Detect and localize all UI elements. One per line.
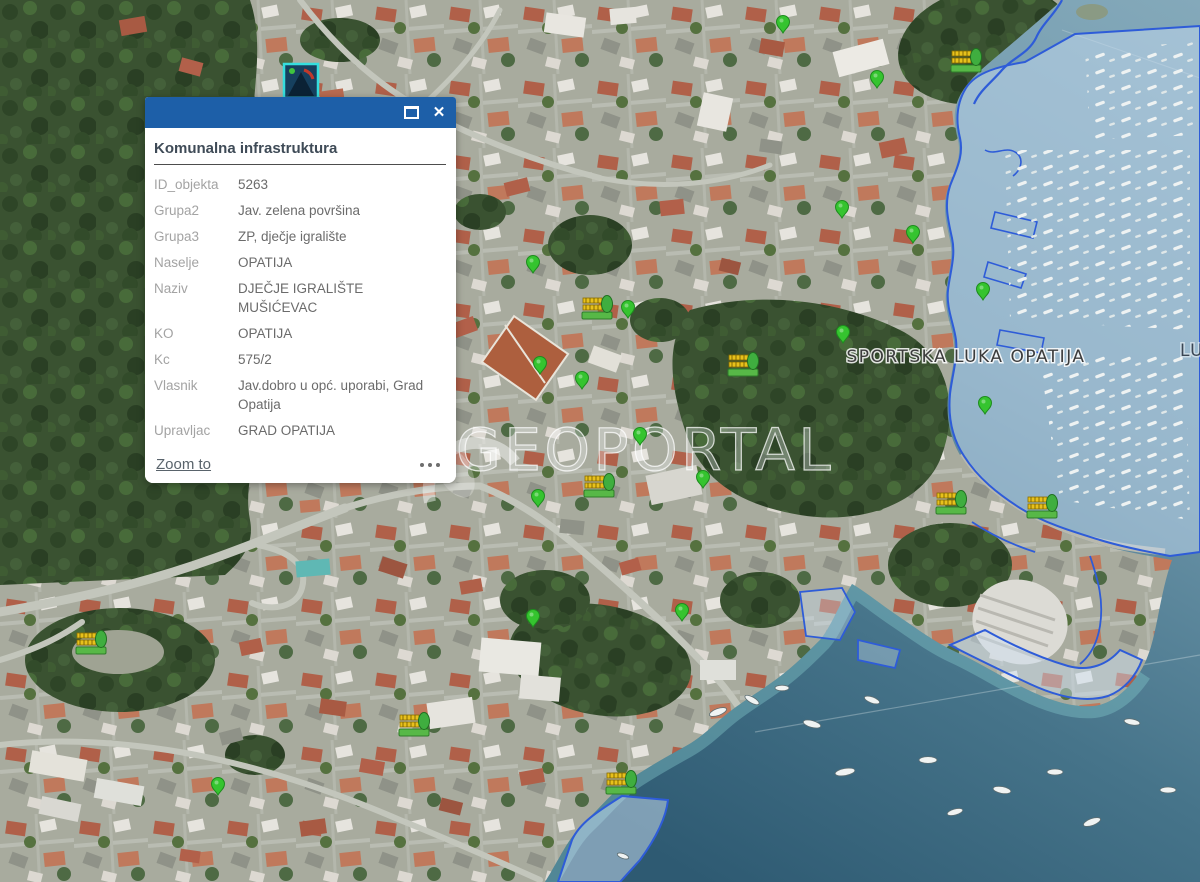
playground-marker-icon[interactable] xyxy=(582,296,613,320)
field-value: Jav. zelena površina xyxy=(238,201,446,220)
label-sportska-luka: SPORTSKA LUKA OPATIJA xyxy=(846,347,1085,367)
field-row: Grupa2 Jav. zelena površina xyxy=(154,201,446,220)
popup-title: Komunalna infrastruktura xyxy=(154,140,446,157)
attribute-table: ID_objekta 5263 Grupa2 Jav. zelena površ… xyxy=(154,175,446,440)
field-value: DJEČJE IGRALIŠTE MUŠIĆEVAC xyxy=(238,279,446,317)
close-icon[interactable]: ✕ xyxy=(430,104,448,122)
popup-titlebar[interactable]: ✕ xyxy=(145,97,456,128)
field-label: Naziv xyxy=(154,279,234,317)
field-label: Grupa3 xyxy=(154,227,234,246)
field-label: ID_objekta xyxy=(154,175,234,194)
field-row: ID_objekta 5263 xyxy=(154,175,446,194)
field-row: Naselje OPATIJA xyxy=(154,253,446,272)
field-label: Kc xyxy=(154,350,234,369)
playground-marker-icon[interactable] xyxy=(1027,495,1058,519)
field-row: Grupa3 ZP, dječje igralište xyxy=(154,227,446,246)
zoom-to-link[interactable]: Zoom to xyxy=(156,456,211,473)
field-row: Naziv DJEČJE IGRALIŠTE MUŠIĆEVAC xyxy=(154,279,446,317)
selected-marker-thumbnail[interactable] xyxy=(284,64,318,98)
field-value: OPATIJA xyxy=(238,324,446,343)
maximize-icon[interactable] xyxy=(402,104,420,122)
field-label: Vlasnik xyxy=(154,376,234,414)
field-row: Kc 575/2 xyxy=(154,350,446,369)
field-value: OPATIJA xyxy=(238,253,446,272)
playground-marker-icon[interactable] xyxy=(584,474,615,498)
feature-popup: ✕ Komunalna infrastruktura ID_objekta 52… xyxy=(145,97,456,483)
field-label: Upravljac xyxy=(154,421,234,440)
field-value: 575/2 xyxy=(238,350,446,369)
playground-marker-icon[interactable] xyxy=(606,771,637,795)
label-partial-lu: LU xyxy=(1180,341,1200,361)
field-value: 5263 xyxy=(238,175,446,194)
field-label: Grupa2 xyxy=(154,201,234,220)
playground-marker-icon[interactable] xyxy=(951,49,982,73)
field-label: Naselje xyxy=(154,253,234,272)
popup-body: Komunalna infrastruktura ID_objekta 5263… xyxy=(145,128,456,483)
field-value: GRAD OPATIJA xyxy=(238,421,446,440)
playground-marker-icon[interactable] xyxy=(936,491,967,515)
field-row: KO OPATIJA xyxy=(154,324,446,343)
svg-text:GEOPORTAL: GEOPORTAL xyxy=(456,416,834,484)
field-row: Upravljac GRAD OPATIJA xyxy=(154,421,446,440)
field-row: Vlasnik Jav.dobro u opć. uporabi, Grad O… xyxy=(154,376,446,414)
field-label: KO xyxy=(154,324,234,343)
ellipsis-icon[interactable] xyxy=(416,459,444,471)
field-value: ZP, dječje igralište xyxy=(238,227,446,246)
playground-marker-icon[interactable] xyxy=(76,631,107,655)
field-value: Jav.dobro u opć. uporabi, Grad Opatija xyxy=(238,376,446,414)
playground-marker-icon[interactable] xyxy=(728,353,759,377)
pool xyxy=(295,559,330,578)
playground-marker-icon[interactable] xyxy=(399,713,430,737)
title-divider xyxy=(154,164,446,165)
popup-footer: Zoom to xyxy=(154,456,446,473)
